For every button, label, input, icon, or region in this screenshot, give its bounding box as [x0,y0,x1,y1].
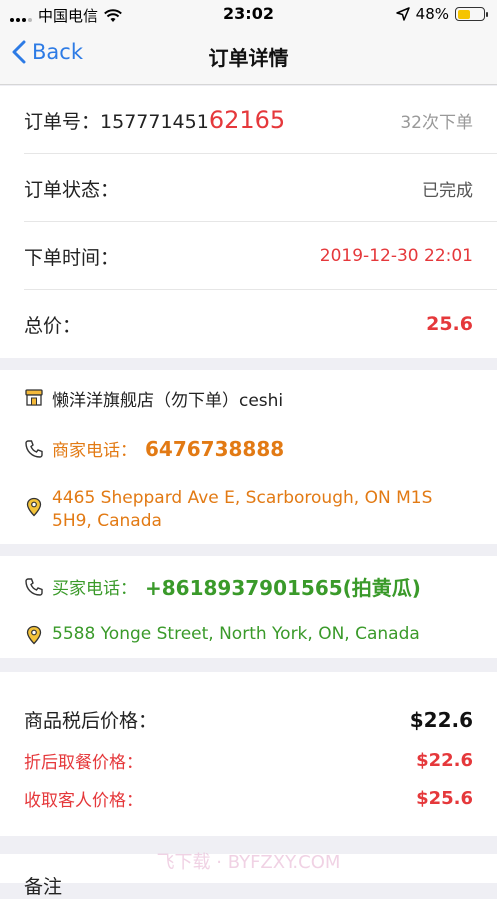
order-number: 订单号：15777145162165 [24,106,285,134]
order-number-suffix: 62165 [208,106,286,134]
charge-value: $25.6 [416,788,473,809]
after-tax-value: $22.6 [409,707,473,732]
battery-percent: 48% [415,5,449,23]
order-status-label: 订单状态： [24,178,120,201]
store-name-line: 懒洋洋旗舰店（勿下单）ceshi [24,386,473,411]
nav-bar: Back 订单详情 [0,28,497,85]
buyer-phone-label: 买家电话： [52,579,137,599]
order-info-card: 订单号：15777145162165 32次下单 订单状态： 已完成 下单时间：… [0,86,497,358]
page-title: 订单详情 [208,46,289,70]
order-time-row: 下单时间： 2019-12-30 22:01 [24,222,473,290]
merchant-phone-line[interactable]: 商家电话： 6476738888 [24,436,473,461]
discount-label: 折后取餐价格： [24,753,143,773]
merchant-address: 4465 Sheppard Ave E, Scarborough, ON M1S… [52,488,433,531]
store-icon [25,389,43,406]
buyer-address-line: 5588 Yonge Street, North York, ON, Canad… [24,624,473,645]
buyer-phone[interactable]: +8618937901565(拍黄瓜) [145,572,421,601]
battery-icon [455,7,488,21]
phone-icon [25,440,43,458]
buyer-address: 5588 Yonge Street, North York, ON, Canad… [52,624,420,644]
order-total-label: 总价： [24,314,82,337]
buyer-phone-line[interactable]: 买家电话： +8618937901565(拍黄瓜) [24,572,473,601]
merchant-address-line: 4465 Sheppard Ave E, Scarborough, ON M1S… [24,487,473,533]
charge-label: 收取客人价格： [24,791,143,811]
battery-fill [457,9,470,19]
phone-icon [25,578,43,596]
order-total-value: 25.6 [426,313,473,335]
merchant-phone[interactable]: 6476738888 [145,437,284,461]
watermark: 飞下载 · BYFZXY.COM [156,852,341,873]
buyer-card: 买家电话： +8618937901565(拍黄瓜) 5588 Yonge Stre… [0,556,497,658]
location-arrow-icon [395,7,410,21]
status-bar: 中国电信 23:02 48% [0,0,497,28]
discount-value: $22.6 [416,750,473,771]
notes-label: 备注 [24,876,63,898]
discount-row: 折后取餐价格： $22.6 [24,748,473,773]
order-time-label: 下单时间： [24,246,120,269]
order-total-row: 总价： 25.6 [24,290,473,358]
order-time-value: 2019-12-30 22:01 [319,246,473,266]
order-number-row: 订单号：15777145162165 32次下单 [24,86,473,154]
store-name: 懒洋洋旗舰店（勿下单）ceshi [52,391,284,411]
status-right: 48% [395,5,488,23]
order-status-value: 已完成 [422,180,473,201]
after-tax-label: 商品税后价格： [24,710,158,732]
order-count: 32次下单 [400,112,473,133]
merchant-card: 懒洋洋旗舰店（勿下单）ceshi 商家电话： 6476738888 4465 Sh… [0,370,497,544]
location-pin-icon [26,497,42,517]
order-number-prefix: 157771451 [100,111,209,133]
order-number-label: 订单号： [24,111,101,133]
location-pin-icon [26,625,42,645]
charge-row: 收取客人价格： $25.6 [24,786,473,811]
pricing-card: 商品税后价格： $22.6 折后取餐价格： $22.6 收取客人价格： $25.… [0,672,497,836]
after-tax-row: 商品税后价格： $22.6 [24,706,473,733]
order-status-row: 订单状态： 已完成 [24,154,473,222]
merchant-phone-label: 商家电话： [52,441,137,461]
